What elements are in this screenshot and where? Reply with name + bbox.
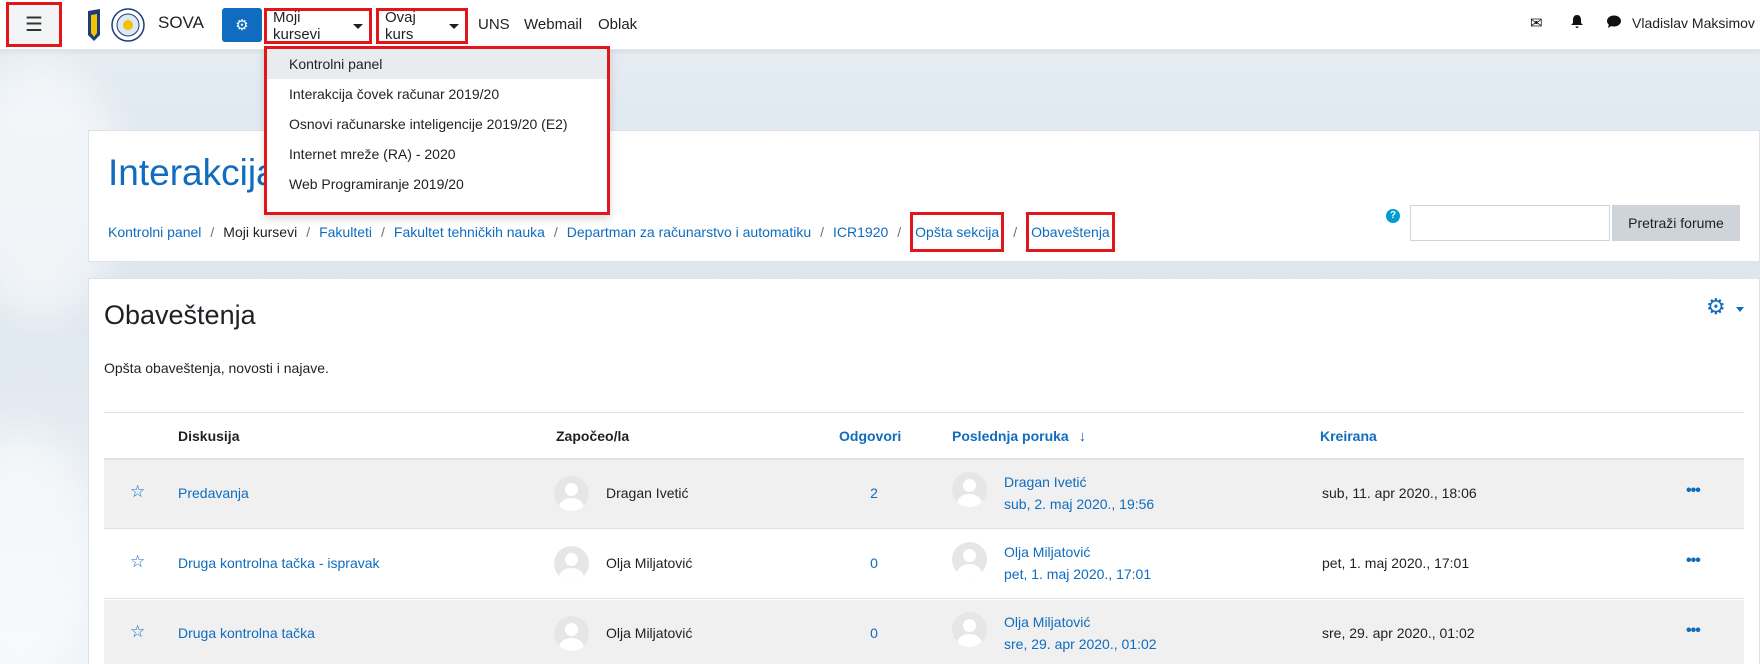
last-post-date[interactable]: pet, 1. maj 2020., 17:01	[1004, 566, 1151, 582]
forum-search-input[interactable]	[1410, 205, 1610, 241]
bell-icon[interactable]	[1570, 14, 1584, 33]
tools-button[interactable]: ⚙	[222, 8, 262, 42]
breadcrumb-item[interactable]: Fakulteti	[319, 224, 372, 240]
dropdown-item[interactable]: Web Programiranje 2019/20	[267, 169, 607, 199]
column-header-started-by: Započeo/la	[556, 428, 630, 444]
chevron-down-icon	[449, 23, 459, 29]
hamburger-icon: ☰	[25, 14, 43, 36]
ellipsis-icon[interactable]: •••	[1686, 552, 1701, 570]
chevron-down-icon	[353, 23, 363, 29]
chat-icon[interactable]	[1606, 14, 1622, 33]
chevron-down-icon[interactable]	[1736, 307, 1744, 312]
created-date: sre, 29. apr 2020., 01:02	[1322, 625, 1475, 641]
breadcrumb-separator: /	[306, 224, 311, 240]
my-courses-menu-label: Moji kursevi	[273, 9, 321, 43]
avatar	[952, 542, 987, 577]
my-courses-dropdown: Kontrolni panel Interakcija čovek računa…	[264, 46, 610, 215]
site-name[interactable]: SOVA	[158, 13, 204, 33]
replies-count[interactable]: 0	[864, 555, 884, 571]
background-decoration	[0, 430, 100, 664]
ellipsis-icon[interactable]: •••	[1686, 482, 1701, 500]
dropdown-item[interactable]: Interakcija čovek računar 2019/20	[267, 79, 607, 109]
last-post-date[interactable]: sub, 2. maj 2020., 19:56	[1004, 496, 1154, 512]
top-navbar: ☰ SOVA ⚙ Moji kursevi Ovaj kurs UNS Webm…	[0, 0, 1760, 50]
gear-icon: ⚙	[235, 17, 249, 34]
discussion-title-link[interactable]: Druga kontrolna tačka	[178, 625, 315, 641]
star-outline-icon[interactable]: ☆	[130, 482, 145, 502]
page-title: Obaveštenja	[104, 300, 256, 330]
last-post-date[interactable]: sre, 29. apr 2020., 01:02	[1004, 636, 1157, 652]
breadcrumb-item[interactable]: Departman za računarstvo i automatiku	[567, 224, 811, 240]
column-header-last-post[interactable]: Poslednja poruka ↓	[952, 428, 1086, 445]
avatar	[952, 472, 987, 507]
nav-link-webmail[interactable]: Webmail	[524, 16, 582, 33]
table-row: ☆ Predavanja Dragan Ivetić 2 Dragan Ivet…	[104, 460, 1744, 529]
discussion-title-link[interactable]: Druga kontrolna tačka - ispravak	[178, 555, 380, 571]
this-course-menu[interactable]: Ovaj kurs	[376, 8, 468, 44]
user-menu[interactable]: Vladislav Maksimov	[1632, 15, 1755, 31]
this-course-menu-label: Ovaj kurs	[385, 9, 416, 43]
university-logo	[88, 8, 145, 42]
last-post-author[interactable]: Olja Miljatović	[1004, 544, 1090, 560]
table-row: ☆ Druga kontrolna tačka - ispravak Olja …	[104, 530, 1744, 599]
last-post-author[interactable]: Olja Miljatović	[1004, 614, 1090, 630]
breadcrumb-separator: /	[1013, 224, 1018, 240]
breadcrumb-separator: /	[553, 224, 558, 240]
breadcrumb: Kontrolni panel / Moji kursevi / Fakulte…	[108, 212, 1115, 252]
star-outline-icon[interactable]: ☆	[130, 552, 145, 572]
arrow-down-icon: ↓	[1078, 428, 1087, 445]
author-name: Dragan Ivetić	[606, 485, 689, 501]
hamburger-menu-button[interactable]: ☰	[6, 2, 62, 47]
star-outline-icon[interactable]: ☆	[130, 622, 145, 642]
course-title-start: Interakcija	[108, 152, 277, 193]
nav-link-oblak[interactable]: Oblak	[598, 16, 637, 33]
breadcrumb-item: Moji kursevi	[223, 224, 298, 240]
gear-icon[interactable]: ⚙	[1706, 294, 1726, 320]
created-date: sub, 11. apr 2020., 18:06	[1322, 485, 1477, 501]
replies-count[interactable]: 2	[864, 485, 884, 501]
discussion-title-link[interactable]: Predavanja	[178, 485, 249, 501]
avatar	[554, 476, 589, 511]
search-forums-button[interactable]: Pretraži forume	[1612, 205, 1740, 241]
breadcrumb-item[interactable]: Obaveštenja	[1026, 212, 1115, 252]
table-header: Diskusija Započeo/la Odgovori Poslednja …	[104, 412, 1744, 460]
my-courses-menu[interactable]: Moji kursevi	[264, 8, 372, 44]
replies-count[interactable]: 0	[864, 625, 884, 641]
nav-link-uns[interactable]: UNS	[478, 16, 510, 33]
avatar	[554, 546, 589, 581]
forum-intro: Opšta obaveštenja, novosti i najave.	[104, 360, 329, 376]
help-icon[interactable]: ?	[1386, 209, 1400, 223]
breadcrumb-separator: /	[381, 224, 385, 240]
breadcrumb-item[interactable]: ICR1920	[833, 224, 888, 240]
avatar	[952, 612, 987, 647]
last-post-author[interactable]: Dragan Ivetić	[1004, 474, 1086, 490]
column-header-created[interactable]: Kreirana	[1320, 428, 1377, 444]
dropdown-item[interactable]: Internet mreže (RA) - 2020	[267, 139, 607, 169]
author-name: Olja Miljatović	[606, 625, 693, 641]
dropdown-item[interactable]: Kontrolni panel	[267, 49, 607, 79]
author-name: Olja Miljatović	[606, 555, 693, 571]
column-header-replies[interactable]: Odgovori	[839, 428, 901, 444]
breadcrumb-separator: /	[210, 224, 215, 240]
dropdown-item[interactable]: Osnovi računarske inteligencije 2019/20 …	[267, 109, 607, 139]
created-date: pet, 1. maj 2020., 17:01	[1322, 555, 1470, 571]
breadcrumb-separator: /	[897, 224, 902, 240]
column-header-discussion: Diskusija	[178, 428, 240, 444]
ellipsis-icon[interactable]: •••	[1686, 622, 1701, 640]
breadcrumb-item[interactable]: Fakultet tehničkih nauka	[394, 224, 545, 240]
table-row: ☆ Druga kontrolna tačka Olja Miljatović …	[104, 600, 1744, 664]
avatar	[554, 616, 589, 651]
envelope-icon[interactable]: ✉	[1530, 14, 1543, 32]
breadcrumb-item[interactable]: Kontrolni panel	[108, 224, 201, 240]
breadcrumb-separator: /	[820, 224, 825, 240]
column-header-last-post-label: Poslednja poruka	[952, 428, 1069, 444]
breadcrumb-item[interactable]: Opšta sekcija	[910, 212, 1005, 252]
